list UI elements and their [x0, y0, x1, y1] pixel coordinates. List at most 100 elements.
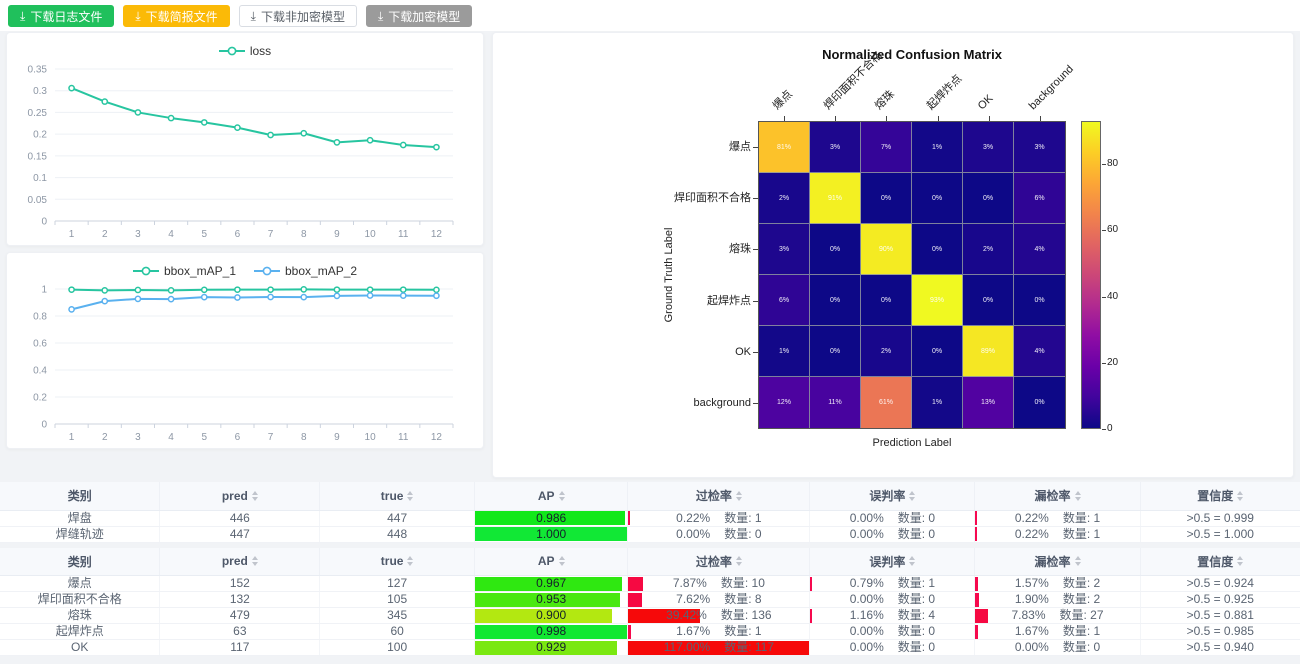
column-header-confidence[interactable]: 置信度 — [1140, 548, 1300, 576]
column-header-overdetect[interactable]: 过检率 — [628, 548, 810, 576]
data-point[interactable] — [102, 299, 107, 304]
data-point[interactable] — [69, 86, 74, 91]
legend-item-bbox_mAP_1[interactable]: bbox_mAP_1 — [133, 264, 236, 278]
data-point[interactable] — [268, 287, 273, 292]
column-header-confidence[interactable]: 置信度 — [1140, 482, 1300, 510]
sort-carets-icon[interactable] — [1075, 556, 1081, 566]
data-point[interactable] — [202, 295, 207, 300]
download-log-button[interactable]: ⤓ 下载日志文件 — [8, 5, 114, 27]
data-point[interactable] — [367, 138, 372, 143]
data-point[interactable] — [168, 288, 173, 293]
data-point[interactable] — [268, 294, 273, 299]
rate-percent: 7.87% — [673, 576, 707, 591]
data-point[interactable] — [301, 295, 306, 300]
sort-carets-icon[interactable] — [407, 491, 413, 501]
data-point[interactable] — [102, 99, 107, 104]
column-header-true[interactable]: true — [320, 482, 475, 510]
x-tick-label: 11 — [398, 432, 409, 443]
data-point[interactable] — [434, 293, 439, 298]
column-header-overdetect[interactable]: 过检率 — [628, 482, 810, 510]
confusion-matrix-title: Normalized Confusion Matrix — [822, 47, 1002, 62]
download-plain-model-label: 下载非加密模型 — [261, 8, 345, 25]
rate-count: 数量: 1 — [724, 511, 761, 526]
column-header-true[interactable]: true — [320, 548, 475, 576]
data-point[interactable] — [202, 120, 207, 125]
column-header-label: true — [381, 554, 404, 568]
data-point[interactable] — [334, 287, 339, 292]
legend-item-bbox_mAP_2[interactable]: bbox_mAP_2 — [254, 264, 357, 278]
data-point[interactable] — [401, 287, 406, 292]
colorbar-tick — [1102, 230, 1106, 231]
column-header-miss[interactable]: 漏检率 — [975, 482, 1140, 510]
column-header-misjudge[interactable]: 误判率 — [810, 548, 975, 576]
matrix-cell: 0% — [1014, 377, 1065, 428]
data-point[interactable] — [235, 295, 240, 300]
data-point[interactable] — [401, 293, 406, 298]
data-point[interactable] — [69, 307, 74, 312]
column-header-ap[interactable]: AP — [474, 548, 627, 576]
rate-percent: 0.79% — [850, 576, 884, 591]
column-header-ap[interactable]: AP — [474, 482, 627, 510]
data-point[interactable] — [102, 288, 107, 293]
matrix-cell: 3% — [1014, 122, 1065, 173]
sort-carets-icon[interactable] — [407, 556, 413, 566]
data-point[interactable] — [168, 115, 173, 120]
sort-carets-icon[interactable] — [559, 491, 565, 501]
data-point[interactable] — [235, 125, 240, 130]
data-point[interactable] — [301, 287, 306, 292]
overdetect-rate-cell: 117.00%数量: 117 — [628, 640, 810, 656]
data-point[interactable] — [367, 293, 372, 298]
data-point[interactable] — [434, 145, 439, 150]
legend-item-loss[interactable]: loss — [219, 44, 271, 58]
matrix-cell: 89% — [963, 326, 1014, 377]
download-plain-model-button[interactable]: ⤓ 下载非加密模型 — [239, 5, 357, 27]
true-cell: 448 — [320, 526, 475, 542]
data-point[interactable] — [168, 297, 173, 302]
data-point[interactable] — [334, 140, 339, 145]
sort-carets-icon[interactable] — [252, 556, 258, 566]
data-point[interactable] — [367, 287, 372, 292]
column-header-pred[interactable]: pred — [160, 548, 320, 576]
download-encrypted-model-button[interactable]: ⤓ 下载加密模型 — [366, 5, 472, 27]
matrix-cell: 2% — [861, 326, 912, 377]
sort-carets-icon[interactable] — [1237, 491, 1243, 501]
data-point[interactable] — [434, 287, 439, 292]
data-point[interactable] — [334, 293, 339, 298]
header-row: 类别predtrueAP过检率误判率漏检率置信度 — [0, 548, 1300, 576]
sort-carets-icon[interactable] — [909, 556, 915, 566]
download-report-button[interactable]: ⤓ 下载简报文件 — [123, 5, 229, 27]
x-tick-label: 2 — [102, 229, 108, 240]
data-point[interactable] — [202, 287, 207, 292]
sort-carets-icon[interactable] — [736, 491, 742, 501]
sort-carets-icon[interactable] — [252, 491, 258, 501]
data-point[interactable] — [301, 131, 306, 136]
true-cell: 127 — [320, 576, 475, 592]
column-header-misjudge[interactable]: 误判率 — [810, 482, 975, 510]
sort-carets-icon[interactable] — [1075, 491, 1081, 501]
data-point[interactable] — [401, 142, 406, 147]
legend-line-icon — [219, 46, 245, 56]
rate-bar — [975, 577, 978, 591]
sort-carets-icon[interactable] — [909, 491, 915, 501]
column-header-pred[interactable]: pred — [160, 482, 320, 510]
sort-carets-icon[interactable] — [736, 556, 742, 566]
rate-bar — [975, 511, 977, 525]
matrix-cell: 11% — [810, 377, 861, 428]
data-point[interactable] — [135, 287, 140, 292]
matrix-row-label: 焊印面积不合格 — [493, 191, 751, 205]
rate-bar — [975, 593, 978, 607]
download-icon: ⤓ — [135, 10, 140, 22]
column-header-label: pred — [222, 554, 248, 568]
data-point[interactable] — [135, 296, 140, 301]
data-point[interactable] — [135, 110, 140, 115]
sort-carets-icon[interactable] — [559, 556, 565, 566]
matrix-row-label: 熔珠 — [493, 242, 751, 256]
data-point[interactable] — [69, 287, 74, 292]
sort-carets-icon[interactable] — [1237, 556, 1243, 566]
column-header-miss[interactable]: 漏检率 — [975, 548, 1140, 576]
download-encrypted-model-label: 下载加密模型 — [388, 8, 460, 25]
data-point[interactable] — [268, 132, 273, 137]
y-tick-label: 0.2 — [33, 393, 47, 404]
data-point[interactable] — [235, 287, 240, 292]
rate-count: 数量: 0 — [898, 624, 935, 639]
